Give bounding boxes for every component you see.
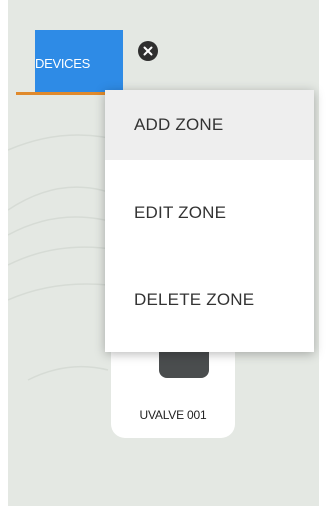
menu-item-delete-zone[interactable]: DELETE ZONE <box>105 265 314 335</box>
close-icon[interactable] <box>138 41 158 61</box>
close-x-glyph <box>143 46 153 56</box>
device-label: UVALVE 001 <box>139 408 207 422</box>
menu-item-label: DELETE ZONE <box>134 290 255 309</box>
menu-item-label: ADD ZONE <box>134 115 224 134</box>
tab-devices[interactable]: DEVICES <box>35 30 123 92</box>
menu-item-label: EDIT ZONE <box>134 203 227 222</box>
valve-icon <box>159 348 209 378</box>
context-menu: ADD ZONE EDIT ZONE DELETE ZONE <box>105 90 314 352</box>
menu-item-edit-zone[interactable]: EDIT ZONE <box>105 178 314 248</box>
tab-devices-label: DEVICES <box>35 55 90 71</box>
menu-item-add-zone[interactable]: ADD ZONE <box>105 90 314 160</box>
